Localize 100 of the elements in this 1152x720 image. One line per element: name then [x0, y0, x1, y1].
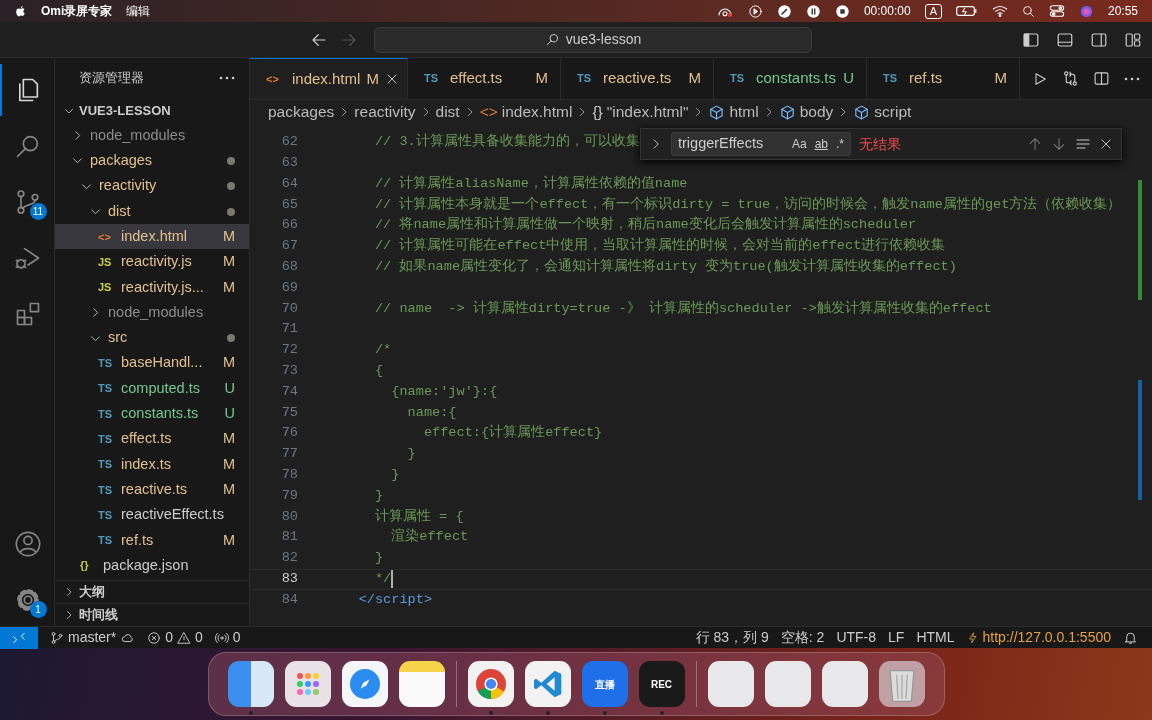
- pen-circle-icon[interactable]: [776, 3, 792, 19]
- siri-icon[interactable]: [1078, 3, 1094, 19]
- file-item[interactable]: <> index.html M: [55, 224, 249, 250]
- find-option[interactable]: ab: [814, 135, 828, 153]
- run-icon[interactable]: [1032, 70, 1048, 87]
- code-line: // 计算属性本身就是一个effect，有一个标识dirty = true，访问的时候会，触发name属性的get方法（依赖收集）: [373, 195, 1122, 214]
- file-type-icon: TS: [98, 430, 118, 448]
- file-type-icon: TS: [98, 456, 118, 473]
- app-menu[interactable]: Omi录屏专家: [41, 2, 113, 20]
- file-item[interactable]: TS constants.ts U: [55, 401, 249, 427]
- input-method[interactable]: A: [924, 3, 942, 19]
- find-input[interactable]: triggerEffects Aa ab .*: [671, 132, 851, 156]
- command-search-field[interactable]: vue3-lesson: [374, 26, 812, 53]
- antenna-icon: [214, 630, 229, 645]
- breadcrumb-item[interactable]: "index.html": [606, 100, 689, 124]
- folder-item[interactable]: node_modules: [55, 300, 249, 326]
- editor-tab[interactable]: <> index.html M: [250, 58, 408, 99]
- extensions-icon[interactable]: [14, 300, 42, 328]
- window-thumbnail[interactable]: [764, 661, 811, 707]
- breadcrumb-item[interactable]: body: [799, 100, 834, 124]
- panel-toggle-icon[interactable]: [1056, 30, 1074, 49]
- folder-item[interactable]: node_modules: [55, 123, 249, 149]
- search-icon[interactable]: [1021, 4, 1035, 18]
- breadcrumb-item[interactable]: packages: [268, 100, 335, 124]
- play-circle-icon[interactable]: [747, 3, 763, 19]
- folder-item[interactable]: packages: [55, 148, 249, 174]
- status-item[interactable]: HTML: [916, 627, 955, 648]
- file-item[interactable]: TS reactiveEffect.ts: [55, 502, 249, 528]
- close-icon[interactable]: [384, 72, 399, 86]
- line-number: 80: [280, 507, 298, 526]
- folder-item[interactable]: dist: [55, 198, 249, 225]
- line-number: 75: [280, 403, 298, 422]
- close-icon[interactable]: [1099, 137, 1113, 151]
- file-item[interactable]: TS effect.ts M: [55, 426, 249, 452]
- previous-match-icon[interactable]: [1027, 136, 1043, 152]
- file-item[interactable]: TS index.ts M: [55, 451, 249, 478]
- branch-icon[interactable]: [14, 188, 42, 216]
- find-in-selection-icon[interactable]: [1075, 136, 1091, 152]
- secondary-sidebar-icon[interactable]: [1090, 30, 1108, 49]
- find-option[interactable]: Aa: [791, 135, 807, 153]
- file-item[interactable]: TS reactive.ts M: [55, 477, 249, 503]
- file-name: effect.ts: [121, 429, 173, 449]
- more-icon[interactable]: [219, 76, 235, 80]
- compass-icon[interactable]: [341, 661, 388, 707]
- split-editor-icon[interactable]: [1093, 70, 1110, 87]
- git-status: M: [222, 277, 235, 297]
- line-number: 73: [280, 361, 298, 380]
- file-item[interactable]: JS reactivity.js M: [55, 249, 249, 275]
- settings-icon[interactable]: [14, 586, 42, 614]
- notes-icon[interactable]: [398, 661, 445, 707]
- branch-button[interactable]: master*: [50, 627, 136, 648]
- bell-icon[interactable]: [1123, 630, 1138, 645]
- breadcrumb-item[interactable]: index.html: [501, 100, 573, 124]
- file-item[interactable]: TS baseHandl... M: [55, 350, 249, 376]
- status-item[interactable]: 空格: 2: [780, 627, 825, 648]
- window-thumbnail[interactable]: [821, 661, 868, 707]
- file-item[interactable]: {} package.json: [55, 553, 249, 579]
- folder-item[interactable]: src: [55, 325, 249, 351]
- breadcrumb-item[interactable]: dist: [435, 100, 460, 124]
- section-header[interactable]: 时间线: [79, 605, 118, 625]
- pause-circle-icon[interactable]: [805, 3, 821, 19]
- live-server-button[interactable]: http://127.0.0.1:5500: [966, 627, 1111, 648]
- stop-circle-icon[interactable]: [834, 3, 850, 19]
- launchpad-icon[interactable]: [284, 661, 331, 707]
- line-number: 65: [280, 195, 298, 214]
- folder-item[interactable]: reactivity: [55, 173, 249, 199]
- more-icon[interactable]: [1124, 76, 1140, 81]
- file-type-icon: TS: [98, 481, 118, 499]
- breadcrumb-item[interactable]: reactivity: [354, 100, 416, 124]
- file-name: node_modules: [90, 125, 187, 145]
- battery-icon[interactable]: [955, 4, 978, 18]
- file-item[interactable]: TS ref.ts M: [55, 527, 249, 554]
- layout-grid-icon[interactable]: [1124, 30, 1142, 49]
- section-header[interactable]: 大纲: [79, 582, 105, 602]
- status-item[interactable]: LF: [888, 627, 905, 648]
- line-number: 67: [280, 237, 298, 256]
- remote-button[interactable]: [0, 626, 38, 649]
- find-option[interactable]: .*: [836, 135, 844, 153]
- menu-item[interactable]: 编辑: [126, 2, 151, 20]
- wifi-icon[interactable]: [991, 4, 1008, 18]
- code-line: name:{: [406, 403, 457, 422]
- next-match-icon[interactable]: [1051, 136, 1067, 152]
- window-thumbnail[interactable]: [707, 661, 754, 707]
- git-status: M: [222, 479, 235, 499]
- file-item[interactable]: TS computed.ts U: [55, 375, 249, 402]
- trash-icon[interactable]: [878, 661, 925, 707]
- breadcrumb-item[interactable]: script: [874, 100, 912, 124]
- breadcrumb-item[interactable]: html: [729, 100, 759, 124]
- sidebar-toggle-icon[interactable]: [1022, 30, 1040, 49]
- status-item[interactable]: UTF-8: [836, 627, 877, 648]
- problems-button[interactable]: 0 0: [147, 627, 203, 648]
- compare-changes-icon[interactable]: [1062, 70, 1079, 87]
- account-icon[interactable]: [14, 530, 42, 558]
- git-status: M: [222, 353, 235, 373]
- code-line: }: [390, 465, 400, 484]
- ports-button[interactable]: 0: [214, 627, 241, 648]
- status-item[interactable]: 行 83，列 9: [695, 627, 769, 648]
- file-type-icon: <>: [266, 70, 286, 88]
- file-item[interactable]: JS reactivity.js... M: [55, 274, 249, 301]
- control-center-icon[interactable]: [1048, 4, 1065, 18]
